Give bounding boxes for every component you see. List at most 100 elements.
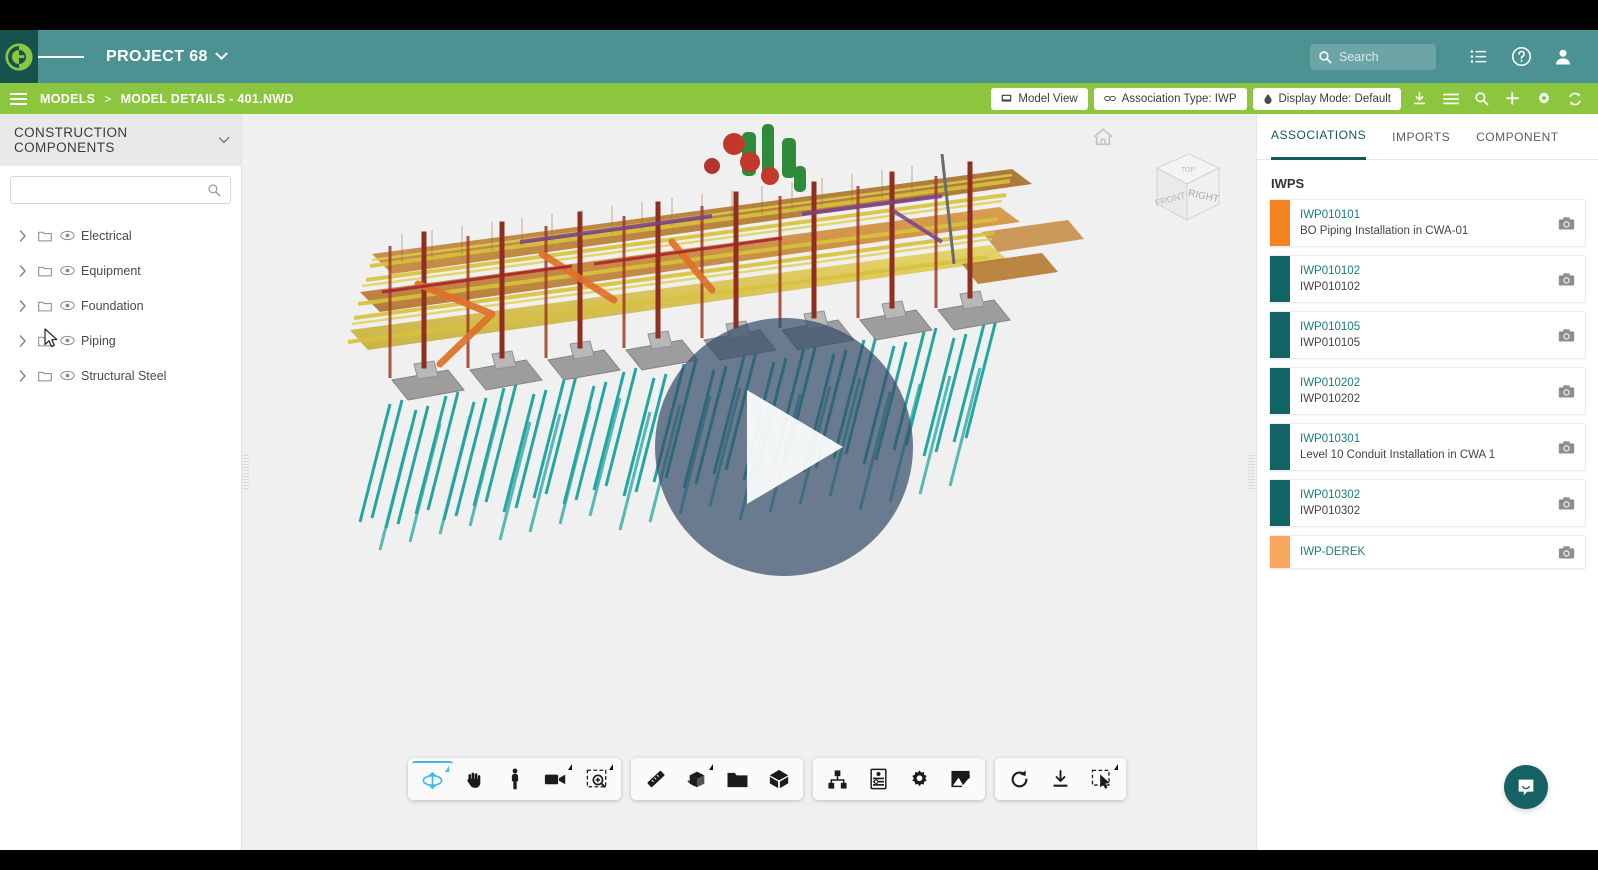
iwp-code[interactable]: IWP010302 (1300, 487, 1537, 503)
model-view-label: Model View (1018, 92, 1078, 105)
navigation-cube[interactable]: TOP FRONT RIGHT (1137, 146, 1223, 233)
eye-icon[interactable] (56, 265, 78, 276)
model-viewer[interactable]: TOP FRONT RIGHT (242, 114, 1256, 850)
camera-button[interactable] (1547, 480, 1585, 526)
iwp-code[interactable]: IWP010202 (1300, 375, 1537, 391)
eye-icon[interactable] (56, 335, 78, 346)
screen-top-letterbox (0, 0, 1598, 30)
panel-title-bar[interactable]: CONSTRUCTION COMPONENTS (0, 114, 241, 166)
list-item[interactable]: IWP010302 IWP010302 (1269, 479, 1586, 527)
camera-button[interactable] (1547, 256, 1585, 302)
project-selector[interactable]: PROJECT 68 (106, 47, 228, 66)
model-view-button[interactable]: Model View (991, 87, 1088, 110)
measure-tool-button[interactable] (635, 761, 676, 797)
iwp-code[interactable]: IWP010102 (1300, 263, 1537, 279)
orbit-tool-button[interactable] (412, 761, 453, 797)
list-item[interactable]: IWP010301 Level 10 Conduit Installation … (1269, 423, 1586, 471)
eye-icon[interactable] (56, 300, 78, 311)
settings-button[interactable] (1531, 88, 1556, 110)
folder-icon (34, 300, 56, 312)
camera-tool-button[interactable] (535, 761, 576, 797)
dropdown-caret-icon[interactable] (1114, 764, 1118, 770)
dropdown-caret-icon[interactable] (568, 764, 572, 770)
tab-component[interactable]: COMPONENT (1476, 114, 1559, 160)
download-button[interactable] (1407, 88, 1432, 110)
right-panel-resize-handle[interactable] (1248, 455, 1255, 489)
list-item[interactable]: IWP-DEREK (1269, 535, 1586, 569)
settings-tool-button[interactable] (899, 761, 940, 797)
cube-icon (769, 769, 788, 789)
pan-tool-button[interactable] (453, 761, 494, 797)
chevron-right-icon[interactable] (12, 264, 34, 277)
details-panel: ASSOCIATIONS IMPORTS COMPONENT IWPS IWP0… (1256, 114, 1598, 850)
model-tool-button[interactable] (758, 761, 799, 797)
component-search-input[interactable] (20, 183, 207, 197)
chevron-right-icon[interactable] (12, 299, 34, 312)
select-tool-button[interactable] (1081, 761, 1122, 797)
iwp-code[interactable]: IWP010105 (1300, 319, 1537, 335)
global-menu-button[interactable] (38, 30, 84, 83)
list-item[interactable]: IWP010105 IWP010105 (1269, 311, 1586, 359)
folder-tool-button[interactable] (717, 761, 758, 797)
tree-item-piping[interactable]: Piping (0, 323, 241, 358)
chevron-right-icon[interactable] (12, 229, 34, 242)
list-item[interactable]: IWP010101 BO Piping Installation in CWA-… (1269, 199, 1586, 247)
download-tool-button[interactable] (1040, 761, 1081, 797)
play-video-button[interactable] (655, 318, 913, 576)
tab-imports[interactable]: IMPORTS (1392, 114, 1450, 160)
tab-associations[interactable]: ASSOCIATIONS (1271, 114, 1367, 160)
app-logo[interactable] (0, 30, 38, 83)
list-item[interactable]: IWP010102 IWP010102 (1269, 255, 1586, 303)
tree-item-foundation[interactable]: Foundation (0, 288, 241, 323)
iwp-description: BO Piping Installation in CWA-01 (1300, 225, 1469, 237)
dropdown-caret-icon[interactable] (709, 764, 713, 770)
header-actions: Search (1310, 30, 1598, 83)
eye-icon[interactable] (56, 370, 78, 381)
viewer-search-button[interactable] (1469, 88, 1494, 110)
iwp-code[interactable]: IWP010301 (1300, 431, 1537, 447)
display-mode-button[interactable]: Display Mode: Default (1252, 87, 1401, 110)
status-swatch (1270, 312, 1290, 358)
play-icon (747, 390, 843, 504)
eye-icon[interactable] (56, 230, 78, 241)
global-search-input[interactable]: Search (1310, 43, 1436, 70)
tree-item-equipment[interactable]: Equipment (0, 253, 241, 288)
chevron-right-icon[interactable] (12, 334, 34, 347)
subheader-menu-button[interactable] (10, 92, 36, 105)
hierarchy-tool-button[interactable] (817, 761, 858, 797)
list-view-button[interactable] (1438, 88, 1463, 110)
chevron-right-icon[interactable] (12, 369, 34, 382)
user-account-button[interactable] (1542, 30, 1584, 83)
walk-tool-button[interactable] (494, 761, 535, 797)
dropdown-caret-icon[interactable] (445, 766, 449, 772)
list-item[interactable]: IWP010202 IWP010202 (1269, 367, 1586, 415)
dropdown-caret-icon[interactable] (609, 764, 613, 770)
global-search-placeholder: Search (1339, 49, 1379, 64)
refresh-button[interactable] (1562, 88, 1587, 110)
reset-tool-button[interactable] (999, 761, 1040, 797)
chat-support-button[interactable] (1504, 765, 1548, 809)
camera-button[interactable] (1547, 200, 1585, 246)
notifications-list-button[interactable] (1458, 30, 1500, 83)
home-view-button[interactable] (1092, 127, 1114, 152)
toolbar-group-navigation (408, 758, 621, 800)
zoom-window-tool-button[interactable] (576, 761, 617, 797)
help-button[interactable] (1500, 30, 1542, 83)
camera-button[interactable] (1547, 536, 1585, 568)
image-export-tool-button[interactable] (940, 761, 981, 797)
tree-item-structural-steel[interactable]: Structural Steel (0, 358, 241, 393)
camera-button[interactable] (1547, 368, 1585, 414)
iwp-code[interactable]: IWP-DEREK (1300, 544, 1537, 560)
camera-button[interactable] (1547, 312, 1585, 358)
properties-tool-button[interactable] (858, 761, 899, 797)
association-type-button[interactable]: Association Type: IWP (1093, 87, 1247, 110)
tree-item-electrical[interactable]: Electrical (0, 218, 241, 253)
add-button[interactable] (1500, 88, 1525, 110)
component-search-field[interactable] (10, 176, 231, 204)
section-tool-button[interactable] (676, 761, 717, 797)
iwp-code[interactable]: IWP010101 (1300, 207, 1537, 223)
breadcrumb-models[interactable]: MODELS (40, 92, 95, 106)
select-cursor-icon (1091, 769, 1110, 789)
camera-button[interactable] (1547, 424, 1585, 470)
left-panel-resize-handle[interactable] (242, 455, 249, 489)
